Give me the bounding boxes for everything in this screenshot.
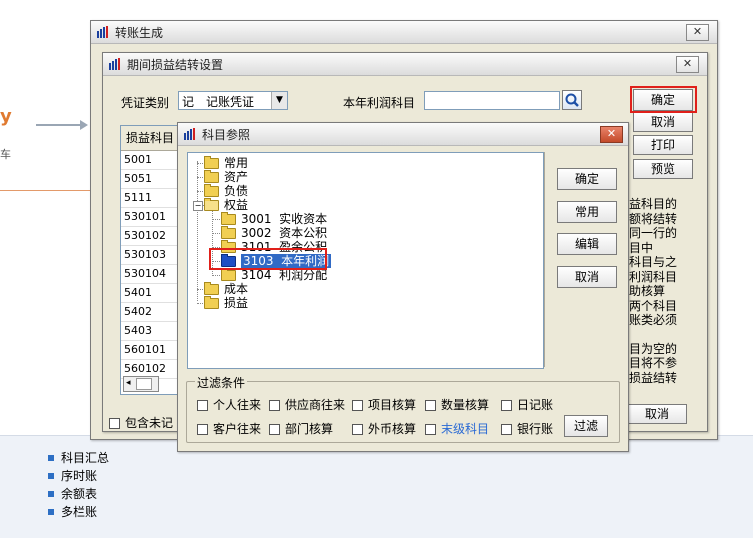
bullet-icon <box>48 473 54 479</box>
period-titlebar: 期间损益结转设置 ✕ <box>103 53 707 76</box>
filter-department-checkbox[interactable]: 部门核算 <box>269 420 333 437</box>
list-row[interactable]: 530103 <box>121 246 185 265</box>
flow-arrow-head <box>80 120 88 130</box>
list-row[interactable]: 5111 <box>121 189 185 208</box>
folder-icon <box>204 295 219 309</box>
filter-customer-checkbox[interactable]: 客户往来 <box>197 420 261 437</box>
period-print-button[interactable]: 打印 <box>633 135 693 155</box>
tree-node-common[interactable]: 常用 <box>204 155 248 170</box>
highlight-ok-button <box>630 86 697 113</box>
filter-title: 过滤条件 <box>195 374 248 391</box>
filter-quantity-checkbox[interactable]: 数量核算 <box>425 396 489 413</box>
tree-node-3001[interactable]: 3001 实收资本 <box>221 211 327 226</box>
folder-open-icon <box>204 197 219 211</box>
period-cancel-button[interactable]: 取消 <box>633 112 693 132</box>
voucher-type-select[interactable]: 记 记账凭证 ▼ <box>178 91 288 110</box>
filter-project-checkbox[interactable]: 项目核算 <box>352 396 416 413</box>
right-help-text: 益科目的 额将结转 同一行的 目中 科目与之 利润科目 助核算 两个科目 账类必… <box>629 197 678 385</box>
folder-icon <box>204 169 219 183</box>
voucher-type-label: 凭证类别 <box>121 96 170 110</box>
period-bottom-cancel-button[interactable]: 取消 <box>627 404 687 424</box>
list-row[interactable]: 5402 <box>121 303 185 322</box>
sidebar-links: 科目汇总 序时账 余额表 多栏账 <box>48 449 109 521</box>
folder-icon <box>204 281 219 295</box>
sidebar-link-journal[interactable]: 序时账 <box>48 467 109 485</box>
tree-node-assets[interactable]: 资产 <box>204 169 248 184</box>
bullet-icon <box>48 509 54 515</box>
profit-account-input[interactable] <box>424 91 560 110</box>
folder-icon <box>221 225 236 239</box>
tree-collapse-toggle[interactable]: − <box>193 201 203 211</box>
bullet-icon <box>48 491 54 497</box>
tree-node-liabilities[interactable]: 负债 <box>204 183 248 198</box>
account-reference-window: 科目参照 ✕ − 常用 资产 负债 权益 3001 实收资本 3002 资本公积… <box>177 122 629 452</box>
filter-daybook-checkbox[interactable]: 日记账 <box>501 396 553 413</box>
transfer-titlebar: 转账生成 ✕ <box>91 21 717 44</box>
filter-supplier-checkbox[interactable]: 供应商往来 <box>269 396 345 413</box>
list-row[interactable]: 530104 <box>121 265 185 284</box>
filter-leaf-account-checkbox[interactable]: 末级科目 <box>425 420 489 437</box>
tree-node-profit-loss[interactable]: 损益 <box>204 295 248 310</box>
reference-ok-button[interactable]: 确定 <box>557 168 617 190</box>
folder-icon <box>221 267 236 281</box>
reference-close-button[interactable]: ✕ <box>600 126 623 143</box>
highlight-selected-node <box>209 248 327 270</box>
profit-account-label: 本年利润科目 <box>343 96 416 110</box>
reference-edit-button[interactable]: 编辑 <box>557 233 617 255</box>
list-row[interactable]: 5001 <box>121 151 185 170</box>
reference-titlebar: 科目参照 ✕ <box>178 123 628 146</box>
tree-node-3104[interactable]: 3104 利润分配 <box>221 267 327 282</box>
list-row[interactable]: 5051 <box>121 170 185 189</box>
filter-apply-button[interactable]: 过滤 <box>564 415 608 437</box>
list-row[interactable]: 530102 <box>121 227 185 246</box>
app-logo-icon <box>109 58 120 70</box>
tree-node-equity[interactable]: 权益 <box>204 197 248 212</box>
period-preview-button[interactable]: 预览 <box>633 159 693 179</box>
profit-account-search-button[interactable] <box>562 90 582 110</box>
transfer-title: 转账生成 <box>115 26 164 40</box>
sidebar-link-summary[interactable]: 科目汇总 <box>48 449 109 467</box>
voucher-type-value: 记 记账凭证 <box>182 95 255 109</box>
reference-common-button[interactable]: 常用 <box>557 201 617 223</box>
reference-title: 科目参照 <box>202 128 251 142</box>
filter-foreign-currency-checkbox[interactable]: 外币核算 <box>352 420 416 437</box>
sidebar-link-multicolumn[interactable]: 多栏账 <box>48 503 109 521</box>
tree-node-cost[interactable]: 成本 <box>204 281 248 296</box>
dropdown-arrow-icon[interactable]: ▼ <box>271 92 287 109</box>
folder-icon <box>204 183 219 197</box>
folder-icon <box>221 211 236 225</box>
list-row[interactable]: 5403 <box>121 322 185 341</box>
list-scrollbar[interactable]: ◂ <box>123 376 159 392</box>
scroll-left-icon[interactable]: ◂ <box>126 377 131 390</box>
flow-arrow <box>36 124 82 126</box>
list-row[interactable]: 530101 <box>121 208 185 227</box>
list-row[interactable]: 560101 <box>121 341 185 360</box>
transfer-close-button[interactable]: ✕ <box>686 24 709 41</box>
filter-bank-checkbox[interactable]: 银行账 <box>501 420 553 437</box>
background-orange-mark: y <box>0 106 12 127</box>
app-logo-icon <box>184 128 195 140</box>
reference-cancel-button[interactable]: 取消 <box>557 266 617 288</box>
list-row[interactable]: 5401 <box>121 284 185 303</box>
checkbox-box[interactable] <box>109 418 120 429</box>
sidebar-link-balance[interactable]: 余额表 <box>48 485 109 503</box>
magnifier-icon <box>565 93 579 107</box>
folder-icon <box>204 155 219 169</box>
include-unbooked-checkbox[interactable]: 包含未记 <box>109 414 173 431</box>
period-title: 期间损益结转设置 <box>127 58 224 72</box>
background-left-char: 车 <box>0 148 11 161</box>
filter-personal-checkbox[interactable]: 个人往来 <box>197 396 261 413</box>
tree-node-3002[interactable]: 3002 资本公积 <box>221 225 327 240</box>
app-logo-icon <box>97 26 108 38</box>
bullet-icon <box>48 455 54 461</box>
list-header: 损益科目 <box>121 126 185 151</box>
period-close-button[interactable]: ✕ <box>676 56 699 73</box>
background-divider <box>0 190 100 191</box>
scroll-thumb[interactable] <box>136 378 152 390</box>
